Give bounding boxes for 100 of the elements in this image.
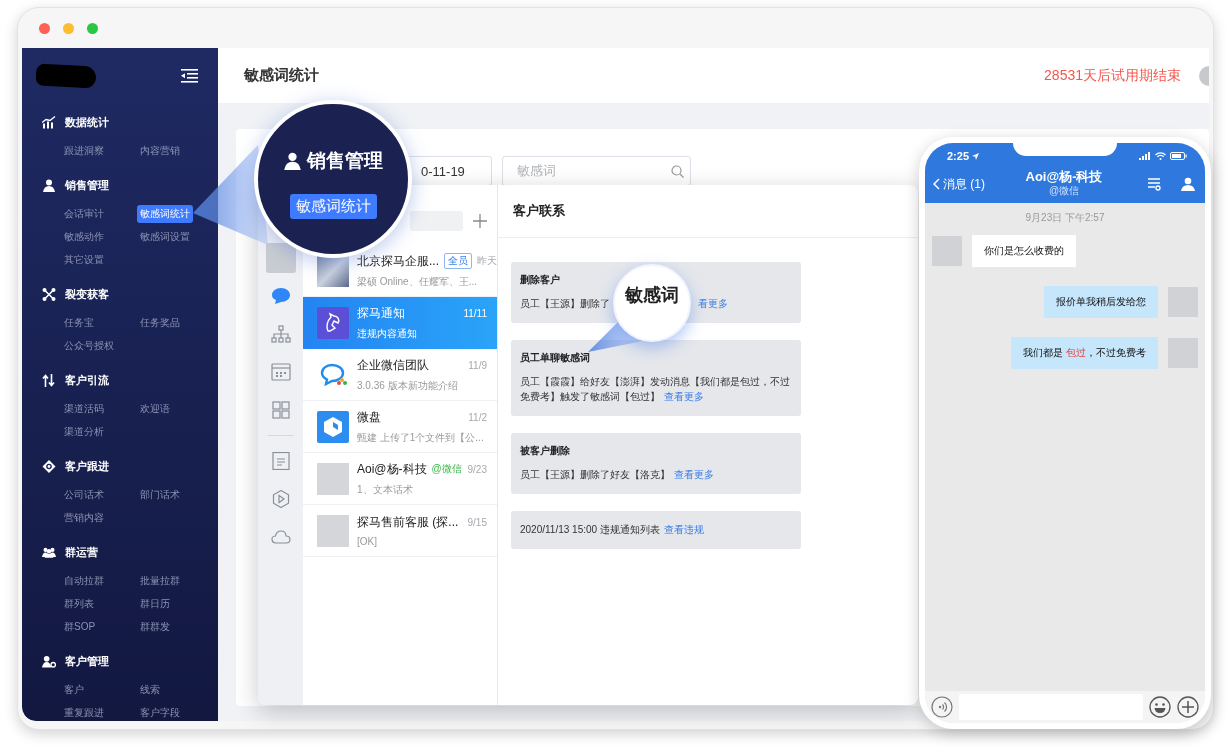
panel-title: 客户联系	[513, 202, 565, 220]
message-bubble: 报价单我稍后发给您	[1044, 286, 1158, 318]
notification-text: 2020/11/13 15:00 违规通知列表 查看违规	[520, 523, 705, 537]
sidebar-item[interactable]: 部门话术	[137, 485, 183, 504]
person-gear-icon	[42, 654, 56, 668]
message-bubble: 你们是怎么收费的	[972, 235, 1076, 267]
member-tag: 全员	[444, 253, 472, 269]
sidebar-item[interactable]: 敏感词设置	[137, 227, 193, 246]
sidebar-item[interactable]: 群列表	[61, 594, 97, 613]
avatar-photo	[932, 236, 962, 266]
sidebar-item[interactable]: 公众号授权	[61, 336, 117, 355]
sidebar-item[interactable]: 客户字段	[137, 703, 183, 721]
sidebar-section-title[interactable]: 数据统计	[65, 114, 109, 130]
view-more-link[interactable]: 查看更多	[674, 469, 714, 480]
zoom-button[interactable]	[87, 22, 98, 34]
collapse-menu-icon[interactable]	[181, 68, 198, 83]
arrows-icon	[42, 373, 56, 387]
sidebar-item[interactable]: 营销内容	[61, 508, 107, 527]
magnified-section-title: 销售管理	[306, 148, 383, 173]
profile-icon[interactable]	[1181, 177, 1195, 191]
location-arrow-icon	[972, 152, 980, 160]
chat-name: 北京探马企服...	[357, 252, 439, 270]
chat-list-item[interactable]: 探马售前客服 (探... 9/15 [OK]	[303, 505, 497, 557]
chat-time: 9/23	[467, 463, 487, 475]
chat-list-item[interactable]: 微盘 11/2 甄建 上传了1个文件到【公...	[303, 401, 497, 453]
sidebar-item[interactable]: 自动拉群	[61, 571, 107, 590]
document-icon[interactable]	[270, 452, 291, 470]
chat-preview: 违规内容通知	[357, 326, 418, 341]
sidebar-section-title[interactable]: 群运营	[65, 544, 98, 560]
avatar-photo	[1168, 287, 1198, 317]
sidebar-item[interactable]: 渠道活码	[61, 399, 107, 418]
view-more-link[interactable]: 查看更多	[664, 391, 704, 402]
org-chart-icon[interactable]	[270, 325, 291, 343]
group-icon	[42, 545, 56, 559]
minimize-button[interactable]	[63, 22, 74, 34]
sidebar-item[interactable]: 会话审计	[61, 204, 107, 223]
notification-title: 被客户删除	[520, 444, 571, 458]
cloud-icon[interactable]	[270, 528, 291, 546]
sidebar-section-title[interactable]: 客户管理	[65, 653, 109, 669]
sidebar-item[interactable]: 群群发	[137, 617, 173, 636]
target-icon	[42, 459, 56, 473]
notification-title: 员工单聊敏感词	[520, 351, 591, 365]
source-tag: @微信	[431, 462, 462, 476]
sidebar-section-title[interactable]: 客户引流	[65, 372, 109, 388]
person-icon	[283, 151, 301, 170]
emoji-icon[interactable]	[1149, 696, 1171, 718]
chat-list-item[interactable]: Aoi@杨-科技 @微信 9/23 1、文本话术	[303, 453, 497, 505]
trial-notice: 28531天后试用期结束	[1044, 66, 1181, 85]
sidebar-item[interactable]: 其它设置	[61, 250, 107, 269]
sidebar-item[interactable]: 任务奖品	[137, 313, 183, 332]
notification-text: 员工【王源】删除了好友【洛克】 查看更多	[520, 468, 715, 482]
chat-list-item[interactable]: 探马通知 11/11 违规内容通知	[303, 297, 497, 349]
sidebar-item[interactable]: 内容营销	[137, 141, 183, 160]
calendar-icon[interactable]	[270, 363, 291, 381]
close-button[interactable]	[39, 22, 50, 34]
sidebar-section-title[interactable]: 裂变获客	[65, 286, 109, 302]
signal-icon	[1139, 152, 1151, 160]
chat-time: 昨天	[477, 254, 497, 268]
sidebar-item[interactable]: 线索	[137, 680, 163, 699]
sidebar-item[interactable]: 敏感词统计	[137, 204, 193, 223]
notification-title: 删除客户	[520, 273, 561, 287]
chat-time: 11/11	[463, 307, 487, 319]
sidebar-item[interactable]: 群SOP	[61, 617, 99, 636]
chat-list-item[interactable]: 企业微信团队 11/9 3.0.36 版本新功能介绍	[303, 349, 497, 401]
chat-preview: 梁硕 Online、任耀军、王...	[357, 274, 479, 289]
plus-icon[interactable]	[1177, 696, 1199, 718]
grid-icon[interactable]	[270, 401, 291, 419]
sidebar-item[interactable]: 渠道分析	[61, 422, 107, 441]
cube-logo-icon	[317, 410, 349, 443]
chat-time: 11/2	[468, 411, 487, 423]
sidebar-section-title[interactable]: 销售管理	[65, 177, 109, 193]
sidebar-item[interactable]: 任务宝	[61, 313, 97, 332]
search-field[interactable]	[410, 211, 463, 231]
sidebar-item[interactable]: 敏感动作	[61, 227, 107, 246]
back-chevron-icon	[933, 178, 940, 190]
chat-name: 企业微信团队	[357, 356, 429, 374]
chat-preview: 3.0.36 版本新功能介绍	[357, 378, 459, 393]
filter-list-icon[interactable]	[1147, 177, 1161, 191]
play-hexagon-icon[interactable]	[270, 490, 291, 508]
sidebar-item[interactable]: 群日历	[137, 594, 173, 613]
chat-preview: [OK]	[357, 536, 378, 547]
sidebar-item[interactable]: 欢迎语	[137, 399, 173, 418]
view-more-link[interactable]: 查看违规	[663, 524, 704, 535]
chat-time: 11/9	[468, 359, 487, 371]
page-title: 敏感词统计	[244, 66, 320, 85]
sidebar-section-title[interactable]: 客户跟进	[65, 458, 109, 474]
sidebar-item[interactable]: 跟进洞察	[61, 141, 107, 160]
chat-icon[interactable]	[270, 287, 291, 305]
sidebar-item[interactable]: 公司话术	[61, 485, 107, 504]
view-more-link[interactable]: 看更多	[698, 298, 728, 309]
sidebar-item[interactable]: 客户	[61, 680, 87, 699]
sidebar-item[interactable]: 重复跟进	[61, 703, 107, 721]
nodes-icon	[42, 287, 56, 301]
back-button[interactable]: 消息 (1)	[933, 175, 1013, 193]
avatar-photo[interactable]	[265, 243, 296, 273]
chat-title: Aoi@杨-科技	[1025, 170, 1103, 185]
horse-logo-icon	[317, 306, 349, 339]
search-icon	[671, 164, 684, 178]
sidebar-item[interactable]: 批量拉群	[137, 571, 183, 590]
voice-icon[interactable]	[931, 696, 953, 718]
